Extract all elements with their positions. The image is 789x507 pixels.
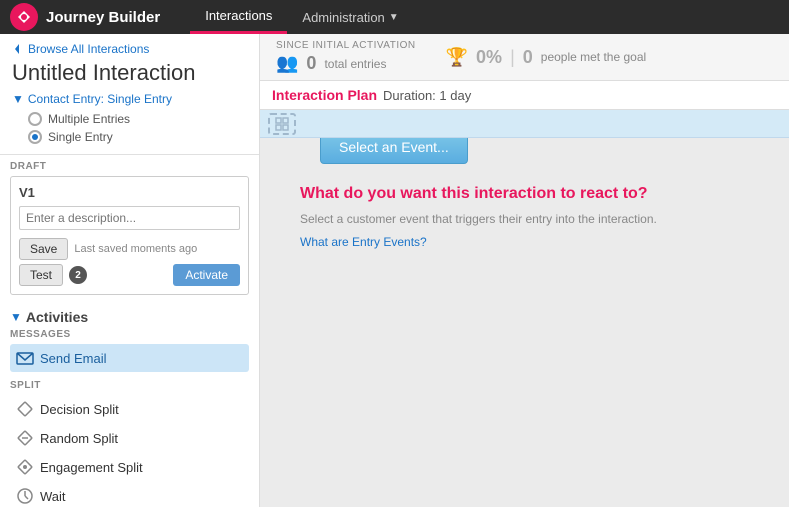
stats-goal-section: 🏆 0% | 0 people met the goal: [446, 47, 647, 68]
activate-button[interactable]: Activate: [173, 264, 240, 286]
single-entry-option[interactable]: Single Entry: [28, 130, 247, 144]
decision-split-item[interactable]: Decision Split: [10, 395, 249, 423]
split-label: SPLIT: [10, 380, 249, 391]
start-event-row: [260, 110, 789, 138]
single-entry-radio[interactable]: [28, 130, 42, 144]
goal-label: people met the goal: [541, 50, 646, 64]
browse-all-link[interactable]: Browse All Interactions: [12, 42, 247, 56]
main-layout: Browse All Interactions Untitled Interac…: [0, 34, 789, 507]
app-title: Journey Builder: [46, 9, 160, 26]
plan-header: Interaction Plan Duration: 1 day: [260, 81, 789, 110]
activities-section: ▼ Activities MESSAGES Send Email SPLIT: [0, 309, 259, 507]
chevron-down-icon: ▼: [389, 12, 399, 23]
react-link[interactable]: What are Entry Events?: [300, 235, 427, 249]
envelope-icon: [16, 349, 34, 367]
draft-section: DRAFT V1 Save Last saved moments ago Tes…: [0, 155, 259, 309]
goal-pct: 0%: [476, 47, 502, 68]
right-panel: SINCE INITIAL ACTIVATION 👥 0 total entri…: [260, 34, 789, 507]
entry-options: Multiple Entries Single Entry: [12, 112, 247, 144]
draft-label: DRAFT: [10, 161, 249, 172]
interaction-title: Untitled Interaction: [12, 60, 247, 86]
stats-bar: SINCE INITIAL ACTIVATION 👥 0 total entri…: [260, 34, 789, 81]
wait-icon: [16, 487, 34, 505]
description-input[interactable]: [19, 206, 240, 230]
decision-split-icon: [16, 400, 34, 418]
plan-duration: Duration: 1 day: [383, 88, 471, 103]
send-email-item[interactable]: Send Email: [10, 344, 249, 372]
engagement-split-icon: [16, 458, 34, 476]
start-event-placeholder[interactable]: [268, 113, 296, 135]
v1-box: V1 Save Last saved moments ago Test 2 Ac…: [10, 176, 249, 295]
nav-item-interactions[interactable]: Interactions: [190, 0, 287, 34]
collapse-icon: ▼: [12, 92, 24, 106]
save-row: Save Last saved moments ago: [19, 238, 240, 260]
react-desc: Select a customer event that triggers th…: [300, 211, 657, 228]
header-section: Browse All Interactions Untitled Interac…: [0, 34, 259, 155]
goal-count: 0: [523, 47, 533, 68]
multiple-entries-radio[interactable]: [28, 112, 42, 126]
activities-header: ▼ Activities: [10, 309, 249, 325]
plan-title: Interaction Plan: [272, 87, 377, 103]
top-nav: Journey Builder Interactions Administrat…: [0, 0, 789, 34]
stats-entry-section: SINCE INITIAL ACTIVATION 👥 0 total entri…: [276, 40, 416, 74]
last-saved-text: Last saved moments ago: [74, 243, 197, 255]
test-row: Test 2 Activate: [19, 264, 240, 286]
activities-collapse-icon[interactable]: ▼: [10, 310, 22, 324]
random-split-icon: [16, 429, 34, 447]
total-entries-label: total entries: [324, 57, 386, 71]
badge: 2: [69, 266, 87, 284]
total-entries-count: 0: [306, 53, 316, 74]
multiple-entries-option[interactable]: Multiple Entries: [28, 112, 247, 126]
test-button[interactable]: Test: [19, 264, 63, 286]
canvas-area: Select an Event... What do you want this…: [260, 110, 789, 507]
v1-title: V1: [19, 185, 240, 200]
messages-label: MESSAGES: [10, 329, 249, 340]
nav-items: Interactions Administration ▼: [190, 0, 413, 34]
random-split-item[interactable]: Random Split: [10, 424, 249, 452]
people-icon: 👥: [276, 53, 298, 74]
react-section: What do you want this interaction to rea…: [290, 184, 667, 249]
engagement-split-item[interactable]: Engagement Split: [10, 453, 249, 481]
contact-entry-toggle[interactable]: ▼ Contact Entry: Single Entry: [12, 92, 247, 106]
save-button[interactable]: Save: [19, 238, 68, 260]
goal-divider: |: [510, 47, 515, 68]
nav-item-administration[interactable]: Administration ▼: [287, 0, 413, 34]
wait-item[interactable]: Wait: [10, 482, 249, 507]
left-panel: Browse All Interactions Untitled Interac…: [0, 34, 260, 507]
app-logo: [10, 3, 38, 31]
trophy-icon: 🏆: [446, 47, 468, 68]
react-title: What do you want this interaction to rea…: [300, 184, 657, 205]
